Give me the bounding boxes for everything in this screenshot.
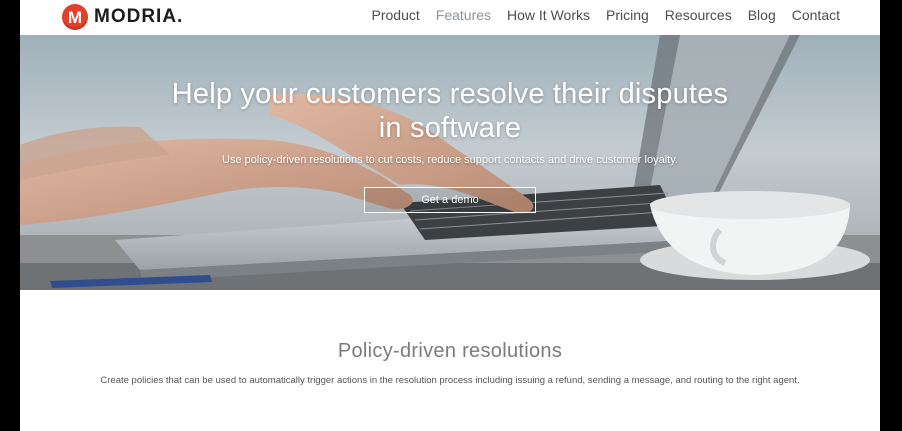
nav-item-pricing[interactable]: Pricing [606, 7, 649, 23]
hero-banner: Help your customers resolve their disput… [20, 35, 880, 290]
logo-letter: M [67, 7, 83, 27]
hero-content: Help your customers resolve their disput… [20, 77, 880, 213]
nav-item-product[interactable]: Product [372, 7, 420, 23]
main-nav: Product Features How It Works Pricing Re… [356, 7, 840, 23]
site-header: M MODRIA. Product Features How It Works … [20, 0, 880, 34]
section-title: Policy-driven resolutions [337, 340, 563, 362]
logo[interactable]: M MODRIA. [62, 2, 183, 32]
nav-item-features[interactable]: Features [436, 7, 491, 23]
nav-item-how-it-works[interactable]: How It Works [507, 7, 590, 23]
hero-subtitle: Use policy-driven resolutions to cut cos… [222, 154, 678, 166]
logo-mark-icon: M [62, 4, 88, 30]
page: M MODRIA. Product Features How It Works … [20, 0, 880, 431]
get-a-demo-button[interactable]: Get a demo [364, 187, 536, 213]
section-description: Create policies that can be used to auto… [100, 375, 800, 386]
nav-item-blog[interactable]: Blog [748, 7, 776, 23]
nav-item-contact[interactable]: Contact [792, 7, 840, 23]
hero-title: Help your customers resolve their disput… [171, 78, 729, 144]
nav-item-resources[interactable]: Resources [665, 7, 732, 23]
logo-text: MODRIA. [94, 6, 184, 27]
policy-section: Policy-driven resolutions Create policie… [20, 340, 880, 388]
